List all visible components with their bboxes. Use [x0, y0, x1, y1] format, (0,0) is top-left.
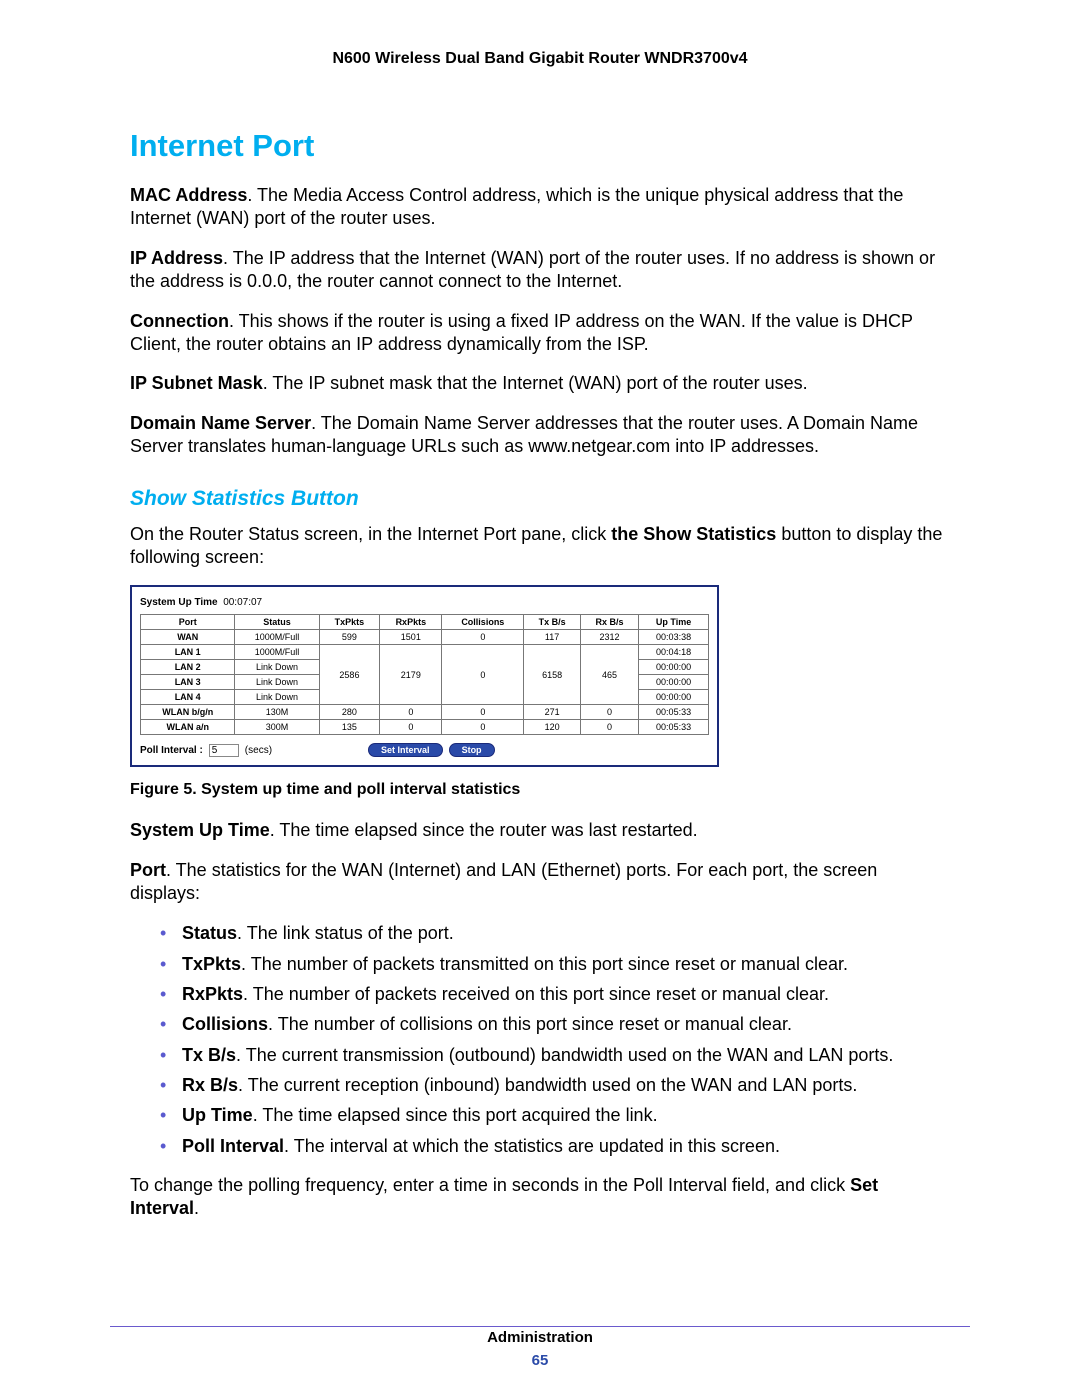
intro-before: On the Router Status screen, in the Inte… [130, 524, 611, 544]
table-row: LAN 11000M/Full258621790615846500:04:18 [141, 645, 709, 660]
page-number: 65 [0, 1352, 1080, 1369]
label-conn: Connection [130, 311, 229, 331]
statistics-figure: System Up Time 00:07:07 Port Status TxPk… [130, 585, 719, 767]
label-mac: MAC Address [130, 185, 247, 205]
intro-para: On the Router Status screen, in the Inte… [130, 523, 950, 570]
list-item: Up Time. The time elapsed since this por… [130, 1103, 950, 1127]
text-ip: . The IP address that the Internet (WAN)… [130, 248, 935, 291]
stats-table: Port Status TxPkts RxPkts Collisions Tx … [140, 614, 709, 735]
para-sysup: System Up Time. The time elapsed since t… [130, 819, 950, 842]
stop-button[interactable]: Stop [449, 743, 495, 757]
figure-caption: Figure 5. System up time and poll interv… [130, 781, 950, 799]
text-conn: . This shows if the router is using a fi… [130, 311, 913, 354]
subheading: Show Statistics Button [130, 487, 950, 511]
poll-unit: (secs) [245, 745, 272, 756]
label-subnet: IP Subnet Mask [130, 373, 263, 393]
poll-label: Poll Interval : [140, 745, 203, 756]
closing-after: . [194, 1198, 199, 1218]
page-footer: Administration 65 [0, 1329, 1080, 1369]
bullet-list: Status. The link status of the port. TxP… [130, 921, 950, 1157]
para-subnet: IP Subnet Mask. The IP subnet mask that … [130, 372, 950, 395]
list-item: Poll Interval. The interval at which the… [130, 1134, 950, 1158]
poll-row: Poll Interval : (secs) Set Interval Stop [140, 743, 709, 757]
intro-bold: the Show Statistics [611, 524, 776, 544]
para-mac: MAC Address. The Media Access Control ad… [130, 184, 950, 231]
text-sysup: . The time elapsed since the router was … [270, 820, 698, 840]
para-dns: Domain Name Server. The Domain Name Serv… [130, 412, 950, 459]
label-sysup: System Up Time [130, 820, 270, 840]
page-header: N600 Wireless Dual Band Gigabit Router W… [130, 50, 950, 68]
table-row: WLAN a/n300M13500120000:05:33 [141, 720, 709, 735]
list-item: Tx B/s. The current transmission (outbou… [130, 1043, 950, 1067]
text-subnet: . The IP subnet mask that the Internet (… [263, 373, 808, 393]
list-item: RxPkts. The number of packets received o… [130, 982, 950, 1006]
list-item: Status. The link status of the port. [130, 921, 950, 945]
closing-para: To change the polling frequency, enter a… [130, 1174, 950, 1221]
label-ip: IP Address [130, 248, 223, 268]
uptime-row: System Up Time 00:07:07 [140, 597, 709, 608]
closing-before: To change the polling frequency, enter a… [130, 1175, 850, 1195]
table-row: WAN1000M/Full59915010117231200:03:38 [141, 630, 709, 645]
label-port: Port [130, 860, 166, 880]
table-row: WLAN b/g/n130M28000271000:05:33 [141, 705, 709, 720]
footer-section: Administration [487, 1329, 593, 1346]
poll-input[interactable] [209, 744, 239, 757]
list-item: Rx B/s. The current reception (inbound) … [130, 1073, 950, 1097]
para-conn: Connection. This shows if the router is … [130, 310, 950, 357]
list-item: Collisions. The number of collisions on … [130, 1012, 950, 1036]
text-port: . The statistics for the WAN (Internet) … [130, 860, 877, 903]
set-interval-button[interactable]: Set Interval [368, 743, 443, 757]
footer-rule [110, 1326, 970, 1327]
para-ip: IP Address. The IP address that the Inte… [130, 247, 950, 294]
table-header: Port Status TxPkts RxPkts Collisions Tx … [141, 615, 709, 630]
section-heading: Internet Port [130, 128, 950, 164]
label-dns: Domain Name Server [130, 413, 311, 433]
list-item: TxPkts. The number of packets transmitte… [130, 952, 950, 976]
para-port: Port. The statistics for the WAN (Intern… [130, 859, 950, 906]
